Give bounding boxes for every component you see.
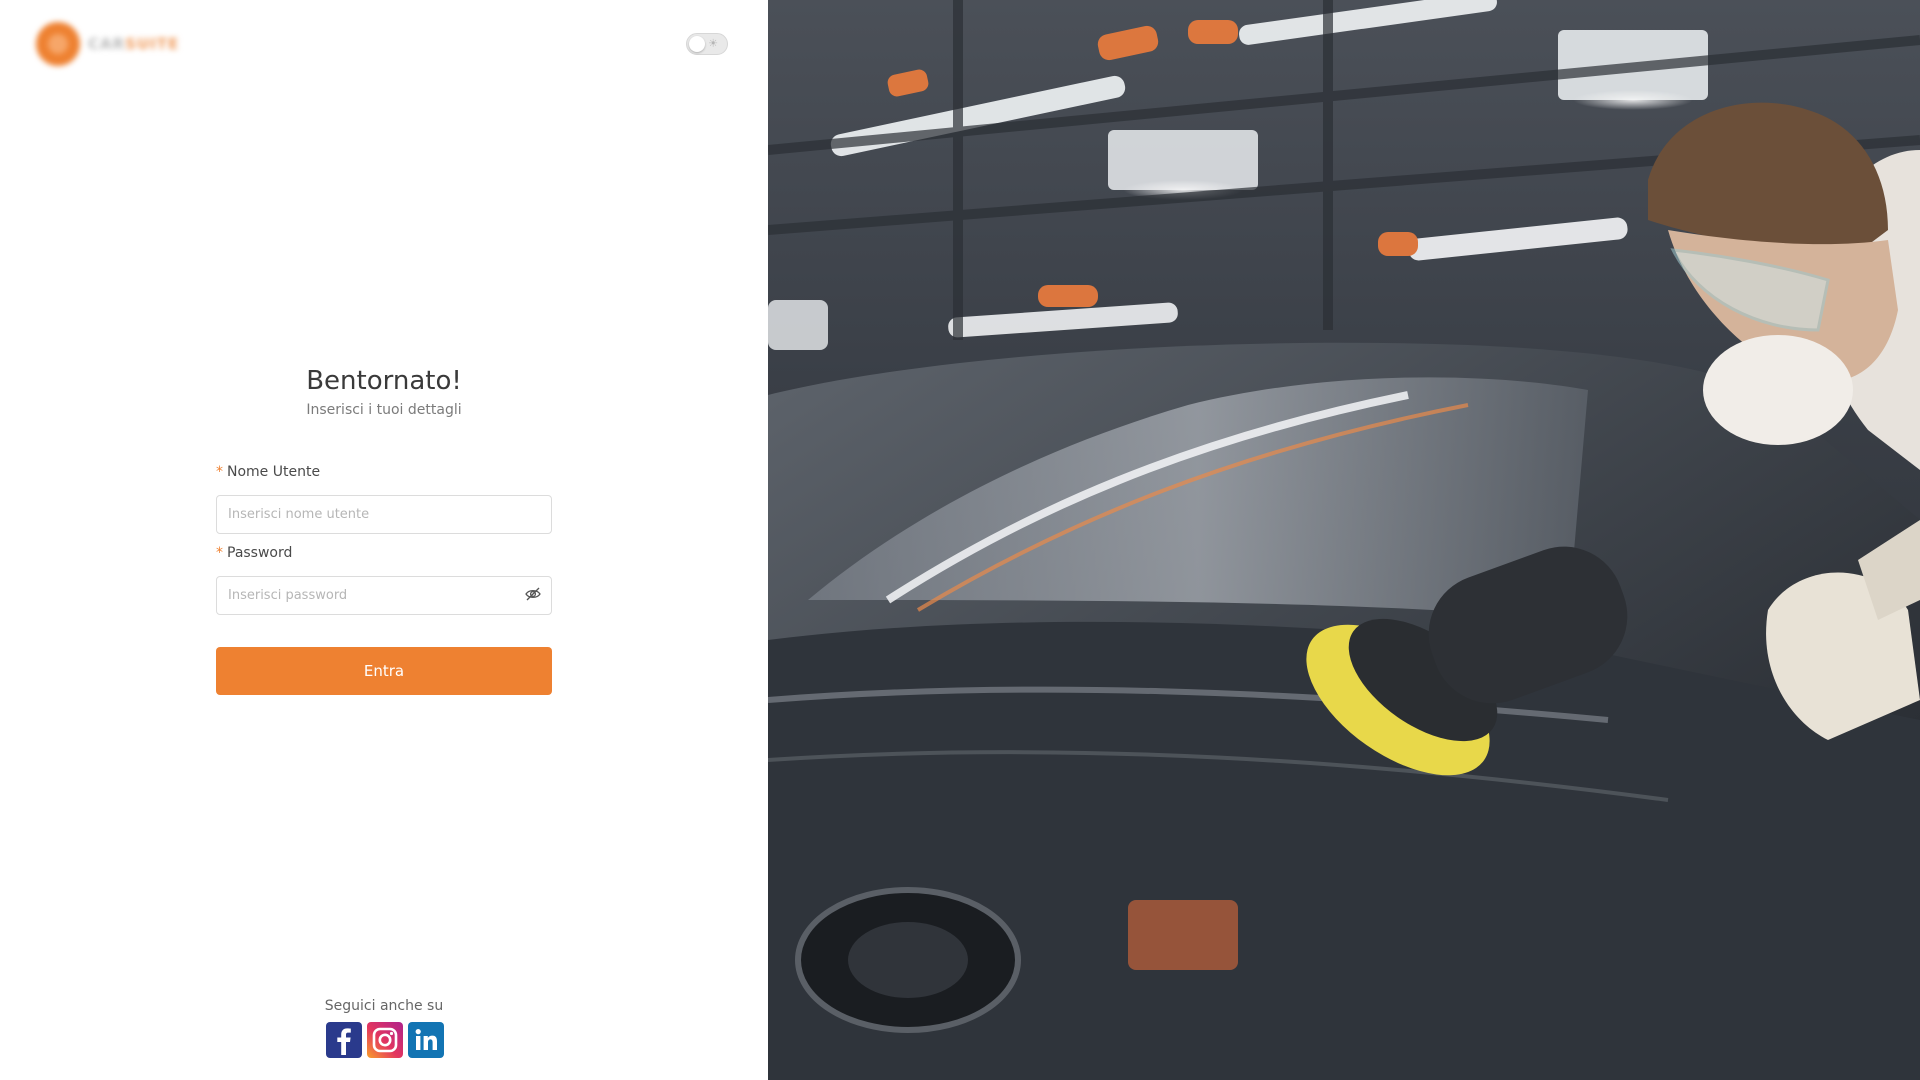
required-marker: *: [216, 545, 223, 561]
password-input[interactable]: [216, 576, 552, 615]
toggle-knob: [689, 36, 705, 52]
logo-text: CARSUITE: [88, 35, 180, 53]
required-marker: *: [216, 464, 223, 480]
brand-logo: CARSUITE: [36, 22, 216, 66]
login-panel: CARSUITE ☀ Bentornato! Inserisci i tuoi …: [0, 0, 768, 1080]
logo-mark-icon: [36, 22, 80, 66]
login-button[interactable]: Entra: [216, 647, 552, 695]
instagram-icon[interactable]: [367, 1022, 403, 1058]
username-input[interactable]: [216, 495, 552, 534]
linkedin-icon[interactable]: [408, 1022, 444, 1058]
hero-image: [768, 0, 1920, 1080]
theme-toggle[interactable]: ☀: [686, 33, 728, 55]
social-caption: Seguici anche su: [324, 998, 444, 1014]
page-subtitle: Inserisci i tuoi dettagli: [306, 402, 462, 418]
car-detailing-photo: [768, 0, 1920, 1080]
sun-icon: ☀: [708, 37, 718, 50]
password-label: * Password: [216, 545, 293, 561]
page-title: Bentornato!: [306, 366, 462, 396]
eye-off-icon[interactable]: [524, 585, 542, 603]
social-links: [326, 1022, 444, 1058]
username-label: * Nome Utente: [216, 464, 321, 480]
facebook-icon[interactable]: [326, 1022, 362, 1058]
